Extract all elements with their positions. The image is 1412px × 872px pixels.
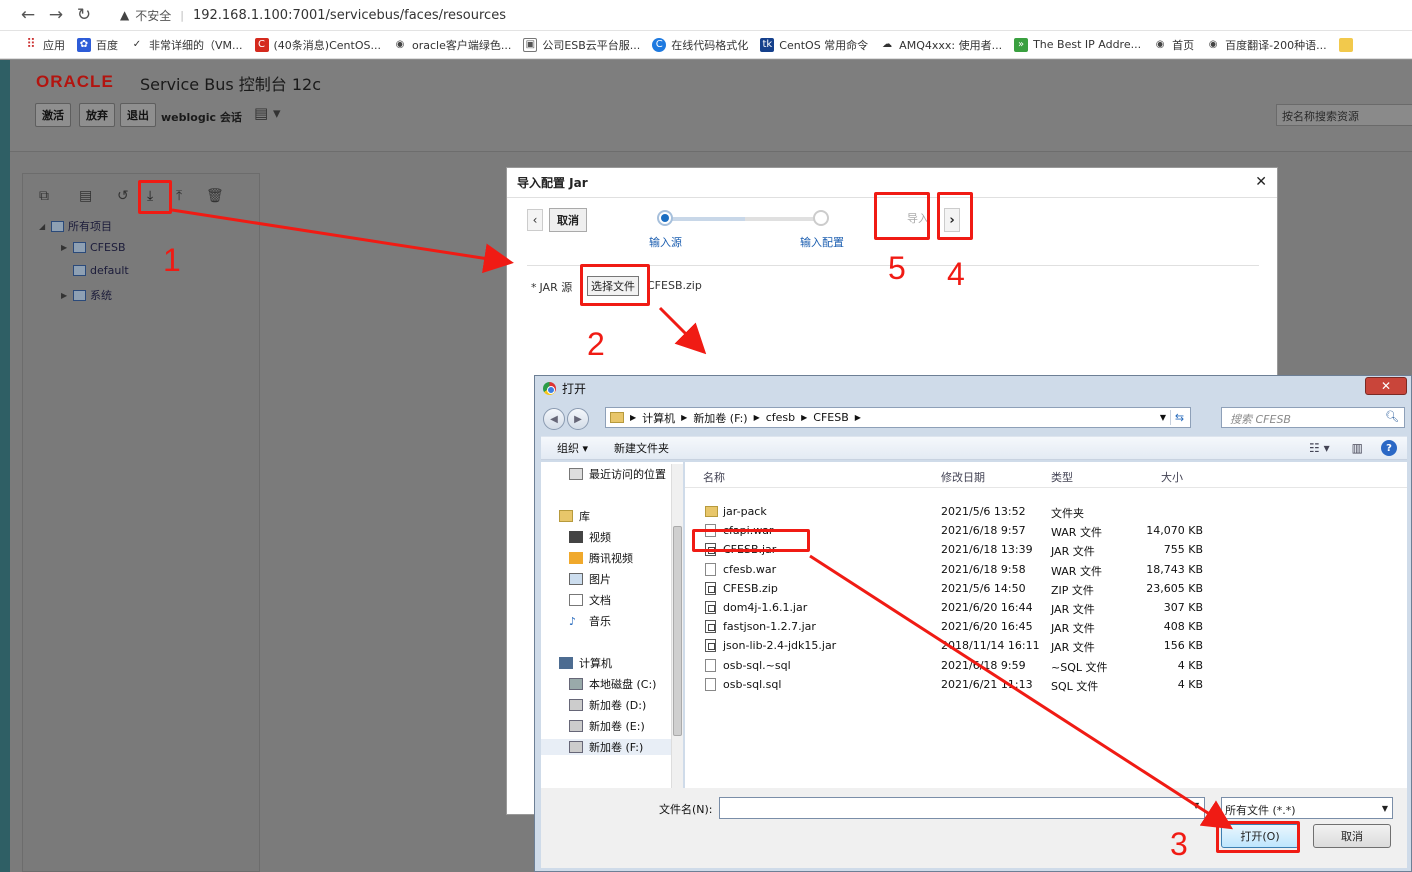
arrow-step1	[171, 208, 514, 274]
arrow-step2	[658, 306, 707, 355]
annotation-arrows	[171, 208, 1234, 830]
arrow-step3	[809, 554, 1234, 830]
